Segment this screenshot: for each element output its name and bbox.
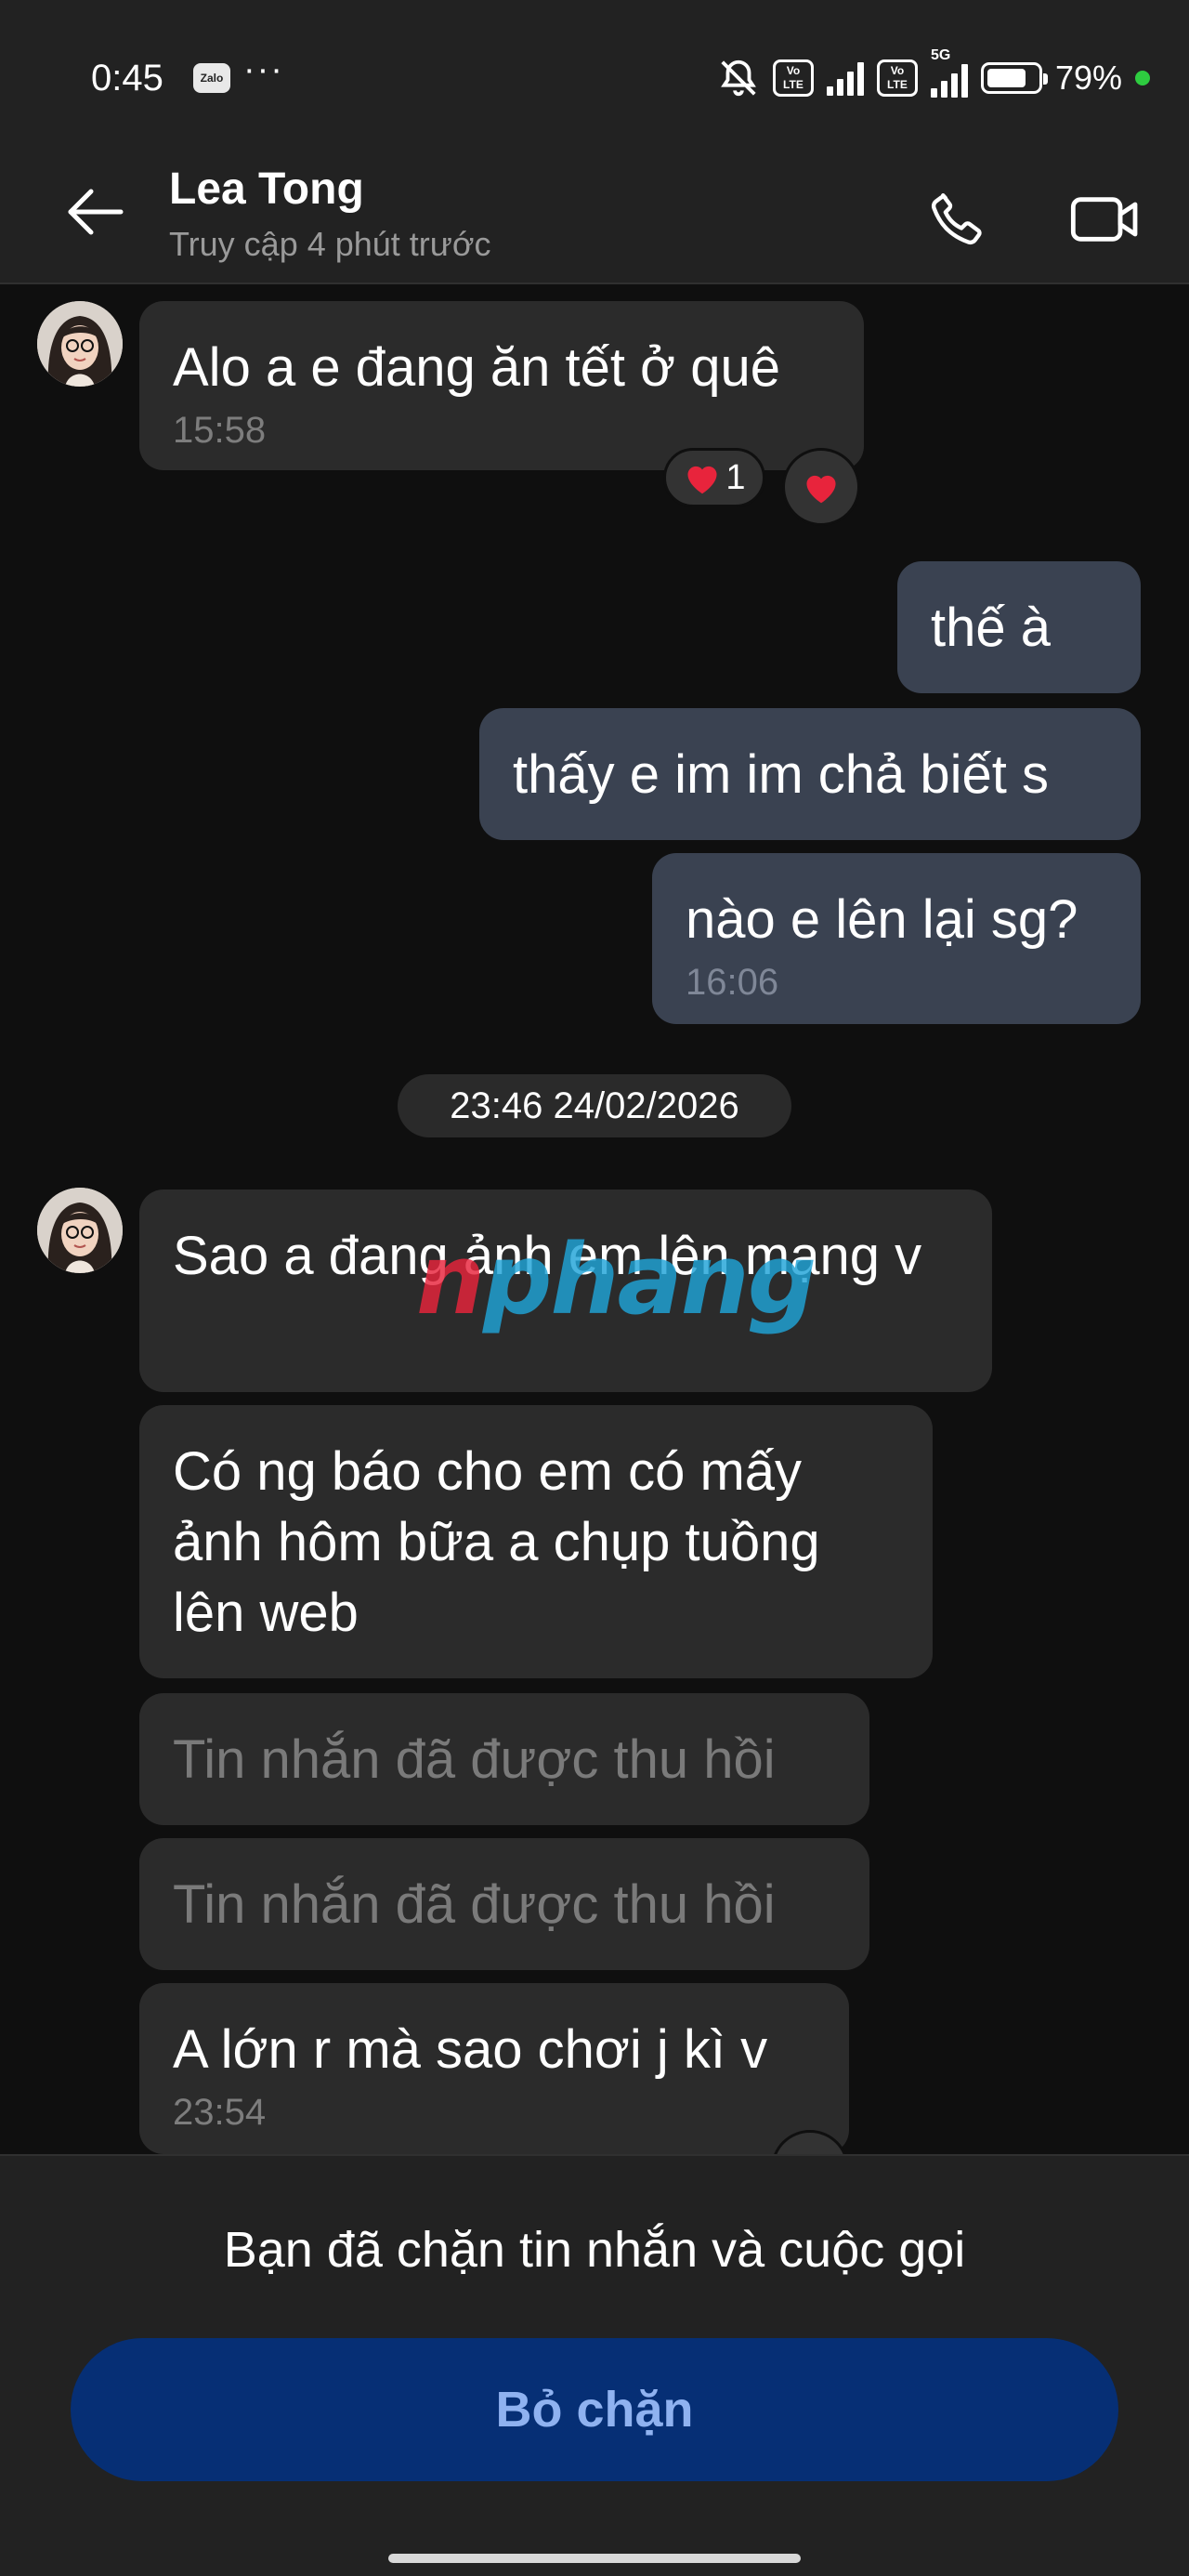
message-bubble-outgoing[interactable]: thế à xyxy=(897,561,1141,693)
heart-icon xyxy=(687,466,717,494)
clock: 0:45 xyxy=(91,58,163,99)
message-bubble-incoming[interactable]: Alo a e đang ăn tết ở quê 15:58 xyxy=(139,301,864,470)
message-bubble-incoming[interactable]: A lớn r mà sao chơi j kì v 23:54 xyxy=(139,1983,849,2154)
heart-icon xyxy=(806,475,836,504)
blocked-notice-bar: Bạn đã chặn tin nhắn và cuộc gọi Bỏ chặn xyxy=(0,2154,1189,2576)
status-icons: Vo LTE Vo LTE 5G 79% xyxy=(717,47,1150,100)
recalled-message-bubble[interactable]: Tin nhắn đã được thu hồi xyxy=(139,1693,869,1825)
message-bubble-incoming[interactable]: Có ng báo cho em có mấy ảnh hôm bữa a ch… xyxy=(139,1405,933,1678)
message-text: thấy e im im chả biết s xyxy=(513,744,1049,805)
date-separator: 23:46 24/02/2026 xyxy=(398,1074,791,1137)
message-text: thế à xyxy=(931,598,1051,658)
watermark-logo: nphang xyxy=(416,1223,817,1336)
battery-icon xyxy=(980,62,1048,94)
contact-name[interactable]: Lea Tong xyxy=(169,164,364,215)
privacy-indicator-dot xyxy=(1135,71,1150,85)
video-call-icon[interactable] xyxy=(1068,190,1143,249)
signal-icon-2 xyxy=(930,62,968,98)
more-notifications-icon: ··· xyxy=(243,50,284,89)
recalled-message-bubble[interactable]: Tin nhắn đã được thu hồi xyxy=(139,1838,869,1970)
zalo-notification-icon: Zalo xyxy=(193,63,230,93)
message-text: nào e lên lại sg? xyxy=(686,889,1078,950)
home-indicator[interactable] xyxy=(388,2554,801,2563)
message-list[interactable]: Alo a e đang ăn tết ở quê 15:58 1 thế à … xyxy=(0,284,1189,2154)
signal-icon xyxy=(826,60,864,96)
reaction-count: 1 xyxy=(725,457,746,497)
recalled-message-text: Tin nhắn đã được thu hồi xyxy=(173,1729,776,1790)
5g-signal: 5G xyxy=(930,47,968,98)
phone-icon[interactable] xyxy=(925,186,990,251)
network-type: 5G xyxy=(930,47,951,63)
message-bubble-outgoing[interactable]: nào e lên lại sg? 16:06 xyxy=(652,853,1141,1024)
avatar[interactable] xyxy=(37,1188,123,1273)
reaction-summary[interactable]: 1 xyxy=(663,448,765,507)
avatar[interactable] xyxy=(37,301,123,387)
message-time: 16:06 xyxy=(686,962,779,1003)
recalled-message-text: Tin nhắn đã được thu hồi xyxy=(173,1874,776,1935)
blocked-message: Bạn đã chặn tin nhắn và cuộc gọi xyxy=(223,2222,966,2278)
message-time: 15:58 xyxy=(173,410,267,451)
chat-header: 0:45 Zalo ··· Vo LTE Vo LTE 5G 79% Lea T… xyxy=(0,0,1189,284)
volte-badge-2: Vo LTE xyxy=(876,59,918,97)
avatar-image xyxy=(37,301,123,387)
back-arrow-icon[interactable] xyxy=(65,182,124,242)
message-bubble-outgoing[interactable]: thấy e im im chả biết s xyxy=(479,708,1141,840)
status-bar: 0:45 Zalo ··· Vo LTE Vo LTE 5G 79% xyxy=(0,47,1189,104)
message-text: Alo a e đang ăn tết ở quê xyxy=(173,337,780,398)
add-reaction-button[interactable] xyxy=(782,448,860,526)
volte-badge-1: Vo LTE xyxy=(772,59,814,97)
last-seen-status: Truy cập 4 phút trước xyxy=(169,225,491,263)
unblock-button[interactable]: Bỏ chặn xyxy=(71,2338,1118,2481)
message-text: Có ng báo cho em có mấy ảnh hôm bữa a ch… xyxy=(173,1441,820,1643)
message-text: A lớn r mà sao chơi j kì v xyxy=(173,2019,768,2080)
message-time: 23:54 xyxy=(173,2092,267,2133)
battery-percent: 79% xyxy=(1054,59,1122,97)
mute-bell-icon xyxy=(721,59,756,97)
avatar-image xyxy=(37,1188,123,1273)
